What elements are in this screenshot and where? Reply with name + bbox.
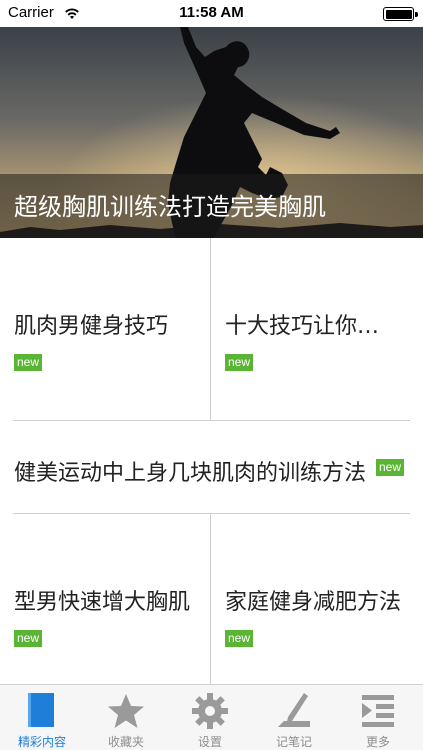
tab-bar: 精彩内容 收藏夹 设置 记笔记 更多 xyxy=(0,684,423,750)
battery-icon xyxy=(383,7,418,21)
article-title: 家庭健身减肥方法 xyxy=(225,590,402,615)
divider xyxy=(210,238,211,420)
new-badge: new xyxy=(376,459,405,476)
divider xyxy=(210,514,211,684)
gear-icon xyxy=(192,693,228,729)
tab-label: 记笔记 xyxy=(275,735,312,749)
article-card[interactable]: 十大技巧让你成为型男 new xyxy=(211,238,423,420)
tab-label: 精彩内容 xyxy=(17,735,66,749)
article-card[interactable]: 型男快速增大胸肌 new xyxy=(0,514,210,684)
hero-caption-bar: 超级胸肌训练法打造完美胸肌 xyxy=(0,174,423,238)
tab-notes[interactable]: 记笔记 xyxy=(252,685,336,750)
star-icon xyxy=(108,694,144,728)
tab-favorites[interactable]: 收藏夹 xyxy=(84,685,168,750)
tab-label: 设置 xyxy=(197,735,222,749)
tab-settings[interactable]: 设置 xyxy=(168,685,252,750)
clock: 11:58 AM xyxy=(179,4,244,21)
tab-label: 更多 xyxy=(365,735,390,749)
article-title: 型男快速增大胸肌 xyxy=(14,590,191,615)
article-title: 肌肉男健身技巧 xyxy=(14,314,169,339)
tab-label: 收藏夹 xyxy=(107,735,144,749)
article-title: 十大技巧让你成为型男 xyxy=(225,314,401,339)
article-card-wide[interactable]: 健美运动中上身几块肌肉的训练方法 new xyxy=(0,421,423,513)
bookmark-icon xyxy=(28,693,54,727)
status-bar: Carrier 11:58 AM xyxy=(0,0,423,27)
list-more-icon xyxy=(362,695,394,727)
new-badge: new xyxy=(225,630,254,647)
tab-featured[interactable]: 精彩内容 xyxy=(0,685,84,750)
article-grid: 肌肉男健身技巧 new 十大技巧让你成为型男 new 健美运动中上身几块肌肉的训… xyxy=(0,238,423,684)
hero-banner[interactable]: 超级胸肌训练法打造完美胸肌 xyxy=(0,27,423,238)
article-title: 健美运动中上身几块肌肉的训练方法 xyxy=(14,461,366,486)
pen-note-icon xyxy=(278,693,310,727)
new-badge: new xyxy=(14,354,43,371)
new-badge: new xyxy=(225,354,254,371)
article-card[interactable]: 家庭健身减肥方法 new xyxy=(211,514,423,684)
tab-more[interactable]: 更多 xyxy=(336,685,420,750)
new-badge: new xyxy=(14,630,43,647)
hero-title: 超级胸肌训练法打造完美胸肌 xyxy=(14,193,326,221)
article-card[interactable]: 肌肉男健身技巧 new xyxy=(0,238,210,420)
